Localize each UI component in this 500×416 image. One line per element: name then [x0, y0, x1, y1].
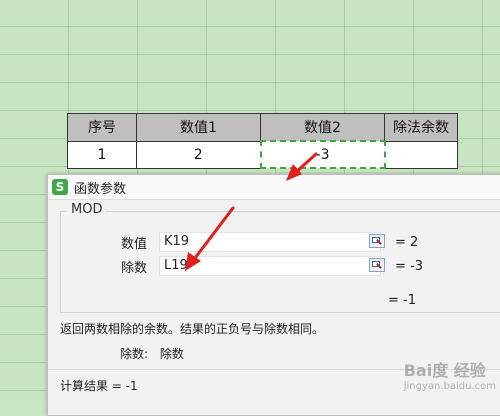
watermark-subtext: jingyan.baidu.com	[403, 381, 496, 392]
arg-input-number[interactable]: K19	[159, 232, 381, 252]
arg-label-divisor: 除数	[121, 260, 148, 276]
range-picker-icon[interactable]	[369, 258, 385, 272]
function-name: MOD	[67, 202, 107, 217]
wps-app-icon: S	[52, 179, 68, 195]
table-header-row: 序号 数值1 数值2 除法余数	[67, 113, 458, 142]
header-cell-value1[interactable]: 数值1	[136, 113, 261, 142]
calculation-result: 计算结果 = -1	[60, 379, 138, 393]
dialog-titlebar[interactable]: S 函数参数	[48, 175, 500, 200]
header-cell-remainder[interactable]: 除法余数	[384, 113, 458, 142]
arg-result-divisor: = -3	[395, 258, 423, 274]
baidu-watermark-logo: Bai度 经验 jingyan.baidu.com	[404, 357, 496, 392]
arguments-group: MOD 数值 K19 = 2 除数 L19 = -3	[60, 202, 500, 313]
arg-label-number: 数值	[121, 236, 148, 252]
watermark-text: Bai度 经验	[403, 361, 486, 380]
param-help: 除数: 除数	[120, 345, 192, 362]
cell-remainder[interactable]	[384, 140, 458, 169]
dialog-title: 函数参数	[74, 181, 127, 197]
function-description: 返回两数相除的余数。结果的正负号与除数相同。	[60, 322, 325, 336]
arg-input-divisor[interactable]: L19	[159, 256, 381, 276]
header-cell-index[interactable]: 序号	[67, 113, 137, 142]
table-row: 1 2 -3	[67, 140, 458, 169]
param-help-label: 除数:	[120, 347, 149, 361]
param-help-text: 除数	[159, 347, 184, 361]
cell-value2-selected[interactable]: -3	[259, 140, 386, 169]
range-picker-icon[interactable]	[369, 234, 385, 248]
arg-result-number: = 2	[395, 234, 419, 250]
header-cell-value2[interactable]: 数值2	[260, 113, 385, 142]
data-table: 序号 数值1 数值2 除法余数 1 2 -3	[67, 113, 458, 169]
cell-index[interactable]: 1	[67, 140, 137, 169]
formula-result: = -1	[388, 293, 416, 308]
cell-value1[interactable]: 2	[136, 140, 261, 169]
